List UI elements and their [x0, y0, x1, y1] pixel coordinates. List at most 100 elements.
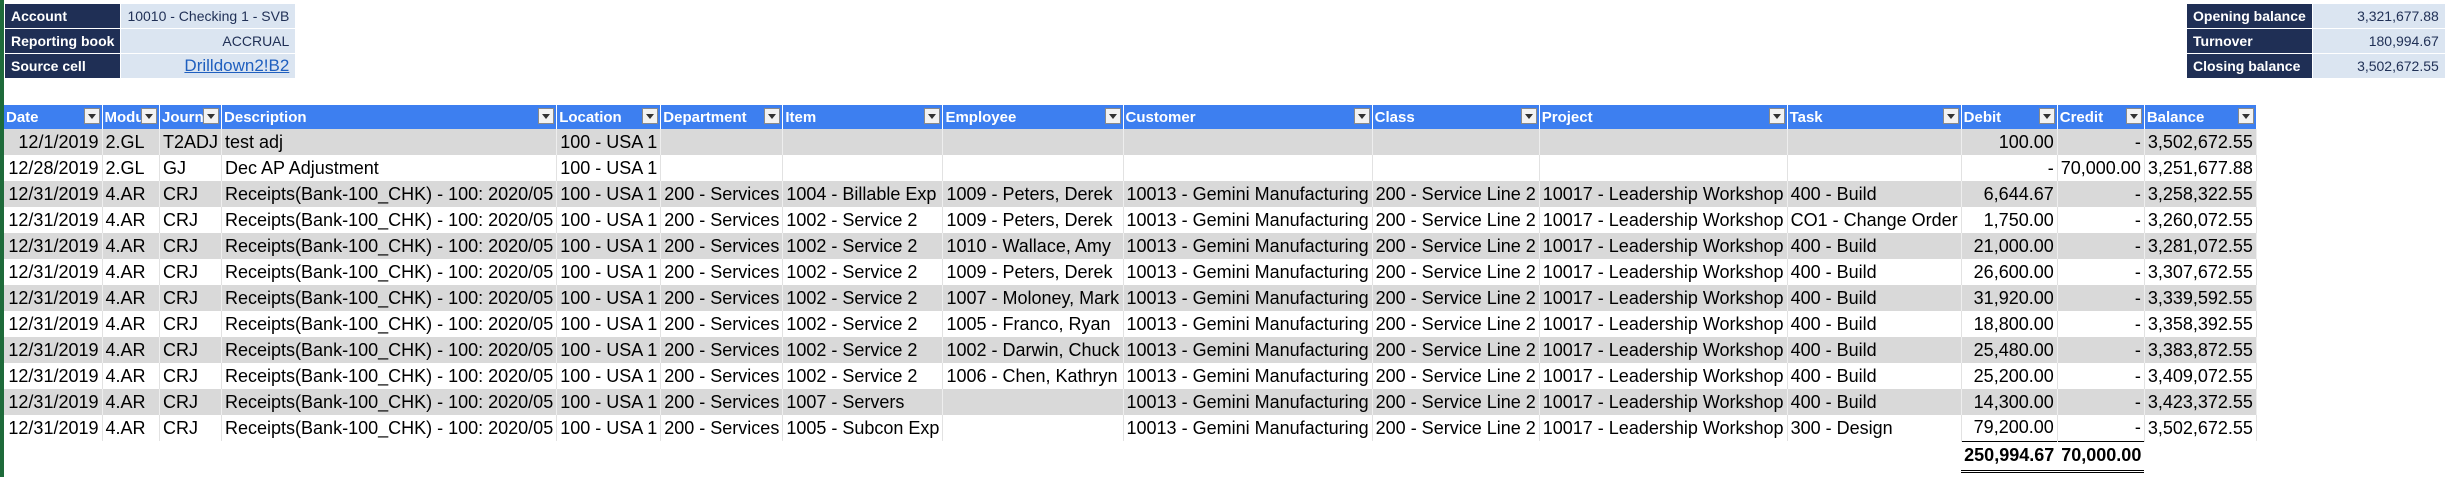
cell-project[interactable]: 10017 - Leadership Workshop — [1539, 311, 1788, 337]
cell-item[interactable]: 1002 - Service 2 — [782, 285, 944, 311]
cell-project[interactable]: 10017 - Leadership Workshop — [1539, 363, 1788, 389]
column-header-journal[interactable]: Journal — [159, 105, 223, 129]
cell-class[interactable]: 200 - Service Line 2 — [1372, 207, 1540, 233]
cell-balance[interactable]: 3,281,072.55 — [2144, 233, 2257, 259]
cell-debit[interactable]: 31,920.00 — [1961, 285, 2058, 311]
cell-balance[interactable]: 3,423,372.55 — [2144, 389, 2257, 415]
cell-journal[interactable]: CRJ — [159, 311, 223, 337]
cell-location[interactable]: 100 - USA 1 — [556, 415, 662, 441]
cell-project[interactable]: 10017 - Leadership Workshop — [1539, 285, 1788, 311]
cell-customer[interactable]: 10013 - Gemini Manufacturing — [1123, 233, 1373, 259]
column-header-credit[interactable]: Credit — [2057, 105, 2145, 129]
column-header-debit[interactable]: Debit — [1961, 105, 2058, 129]
cell-description[interactable]: Dec AP Adjustment — [221, 155, 558, 181]
cell-credit[interactable]: - — [2057, 233, 2145, 259]
cell-employee[interactable]: 1002 - Darwin, Chuck — [942, 337, 1124, 363]
cell-task[interactable] — [1787, 129, 1962, 155]
cell-customer[interactable] — [1123, 129, 1373, 155]
cell-module[interactable]: 4.AR — [102, 415, 160, 441]
cell-department[interactable]: 200 - Services — [660, 259, 784, 285]
cell-location[interactable]: 100 - USA 1 — [556, 311, 662, 337]
cell-project[interactable]: 10017 - Leadership Workshop — [1539, 259, 1788, 285]
cell-location[interactable]: 100 - USA 1 — [556, 337, 662, 363]
cell-item[interactable]: 1002 - Service 2 — [782, 337, 944, 363]
cell-customer[interactable]: 10013 - Gemini Manufacturing — [1123, 207, 1373, 233]
cell-journal[interactable]: CRJ — [159, 259, 223, 285]
column-header-date[interactable]: Date — [4, 105, 103, 129]
cell-customer[interactable]: 10013 - Gemini Manufacturing — [1123, 363, 1373, 389]
cell-module[interactable]: 4.AR — [102, 337, 160, 363]
column-header-task[interactable]: Task — [1787, 105, 1962, 129]
cell-date[interactable]: 12/31/2019 — [4, 363, 103, 389]
cell-location[interactable]: 100 - USA 1 — [556, 129, 662, 155]
cell-class[interactable]: 200 - Service Line 2 — [1372, 389, 1540, 415]
cell-class[interactable]: 200 - Service Line 2 — [1372, 311, 1540, 337]
cell-department[interactable]: 200 - Services — [660, 181, 784, 207]
cell-balance[interactable]: 3,383,872.55 — [2144, 337, 2257, 363]
cell-item[interactable]: 1002 - Service 2 — [782, 363, 944, 389]
total-credit[interactable]: 70,000.00 — [2057, 440, 2145, 473]
cell-debit[interactable]: 18,800.00 — [1961, 311, 2058, 337]
cell-credit[interactable]: - — [2057, 259, 2145, 285]
cell-customer[interactable]: 10013 - Gemini Manufacturing — [1123, 415, 1373, 441]
cell-module[interactable]: 4.AR — [102, 233, 160, 259]
cell-module[interactable]: 4.AR — [102, 389, 160, 415]
source-cell-link[interactable]: Drilldown2!B2 — [120, 53, 297, 79]
cell-journal[interactable]: CRJ — [159, 363, 223, 389]
total-debit[interactable]: 250,994.67 — [1961, 440, 2058, 473]
cell-module[interactable]: 4.AR — [102, 363, 160, 389]
cell-journal[interactable]: GJ — [159, 155, 223, 181]
cell-employee[interactable] — [942, 415, 1124, 441]
cell-description[interactable]: test adj — [221, 129, 558, 155]
cell-description[interactable]: Receipts(Bank-100_CHK) - 100: 2020/05 — [221, 415, 558, 441]
cell-debit[interactable]: 14,300.00 — [1961, 389, 2058, 415]
cell-date[interactable]: 12/1/2019 — [4, 129, 103, 155]
cell-debit[interactable]: 21,000.00 — [1961, 233, 2058, 259]
cell-journal[interactable]: CRJ — [159, 285, 223, 311]
cell-employee[interactable]: 1009 - Peters, Derek — [942, 181, 1124, 207]
cell-employee[interactable]: 1005 - Franco, Ryan — [942, 311, 1124, 337]
cell-customer[interactable]: 10013 - Gemini Manufacturing — [1123, 259, 1373, 285]
cell-location[interactable]: 100 - USA 1 — [556, 259, 662, 285]
column-header-description[interactable]: Description — [221, 105, 558, 129]
cell-credit[interactable]: - — [2057, 363, 2145, 389]
cell-department[interactable]: 200 - Services — [660, 207, 784, 233]
cell-credit[interactable]: - — [2057, 311, 2145, 337]
cell-credit[interactable]: - — [2057, 389, 2145, 415]
cell-location[interactable]: 100 - USA 1 — [556, 207, 662, 233]
cell-task[interactable]: CO1 - Change Order — [1787, 207, 1962, 233]
filter-dropdown-icon[interactable] — [1942, 108, 1959, 124]
filter-dropdown-icon[interactable] — [1520, 108, 1537, 124]
cell-date[interactable]: 12/31/2019 — [4, 207, 103, 233]
cell-journal[interactable]: CRJ — [159, 233, 223, 259]
closing-balance-value[interactable]: 3,502,672.55 — [2311, 53, 2446, 79]
cell-credit[interactable]: - — [2057, 415, 2145, 441]
filter-dropdown-icon[interactable] — [924, 108, 941, 124]
cell-class[interactable]: 200 - Service Line 2 — [1372, 285, 1540, 311]
cell-class[interactable]: 200 - Service Line 2 — [1372, 181, 1540, 207]
cell-employee[interactable]: 1006 - Chen, Kathryn — [942, 363, 1124, 389]
cell-debit[interactable]: 6,644.67 — [1961, 181, 2058, 207]
cell-project[interactable] — [1539, 155, 1788, 181]
cell-balance[interactable]: 3,502,672.55 — [2144, 415, 2257, 441]
cell-class[interactable]: 200 - Service Line 2 — [1372, 259, 1540, 285]
column-header-employee[interactable]: Employee — [942, 105, 1124, 129]
cell-credit[interactable]: - — [2057, 207, 2145, 233]
cell-balance[interactable]: 3,258,322.55 — [2144, 181, 2257, 207]
cell-location[interactable]: 100 - USA 1 — [556, 285, 662, 311]
cell-project[interactable]: 10017 - Leadership Workshop — [1539, 207, 1788, 233]
cell-module[interactable]: 2.GL — [102, 129, 160, 155]
cell-department[interactable]: 200 - Services — [660, 363, 784, 389]
cell-item[interactable]: 1007 - Servers — [782, 389, 944, 415]
column-header-balance[interactable]: Balance — [2144, 105, 2257, 129]
cell-description[interactable]: Receipts(Bank-100_CHK) - 100: 2020/05 — [221, 259, 558, 285]
cell-module[interactable]: 4.AR — [102, 259, 160, 285]
cell-employee[interactable] — [942, 389, 1124, 415]
cell-location[interactable]: 100 - USA 1 — [556, 233, 662, 259]
cell-customer[interactable]: 10013 - Gemini Manufacturing — [1123, 181, 1373, 207]
column-header-class[interactable]: Class — [1372, 105, 1540, 129]
cell-date[interactable]: 12/28/2019 — [4, 155, 103, 181]
cell-class[interactable] — [1372, 129, 1540, 155]
reporting-book-value[interactable]: ACCRUAL — [120, 28, 297, 54]
cell-task[interactable]: 400 - Build — [1787, 311, 1962, 337]
